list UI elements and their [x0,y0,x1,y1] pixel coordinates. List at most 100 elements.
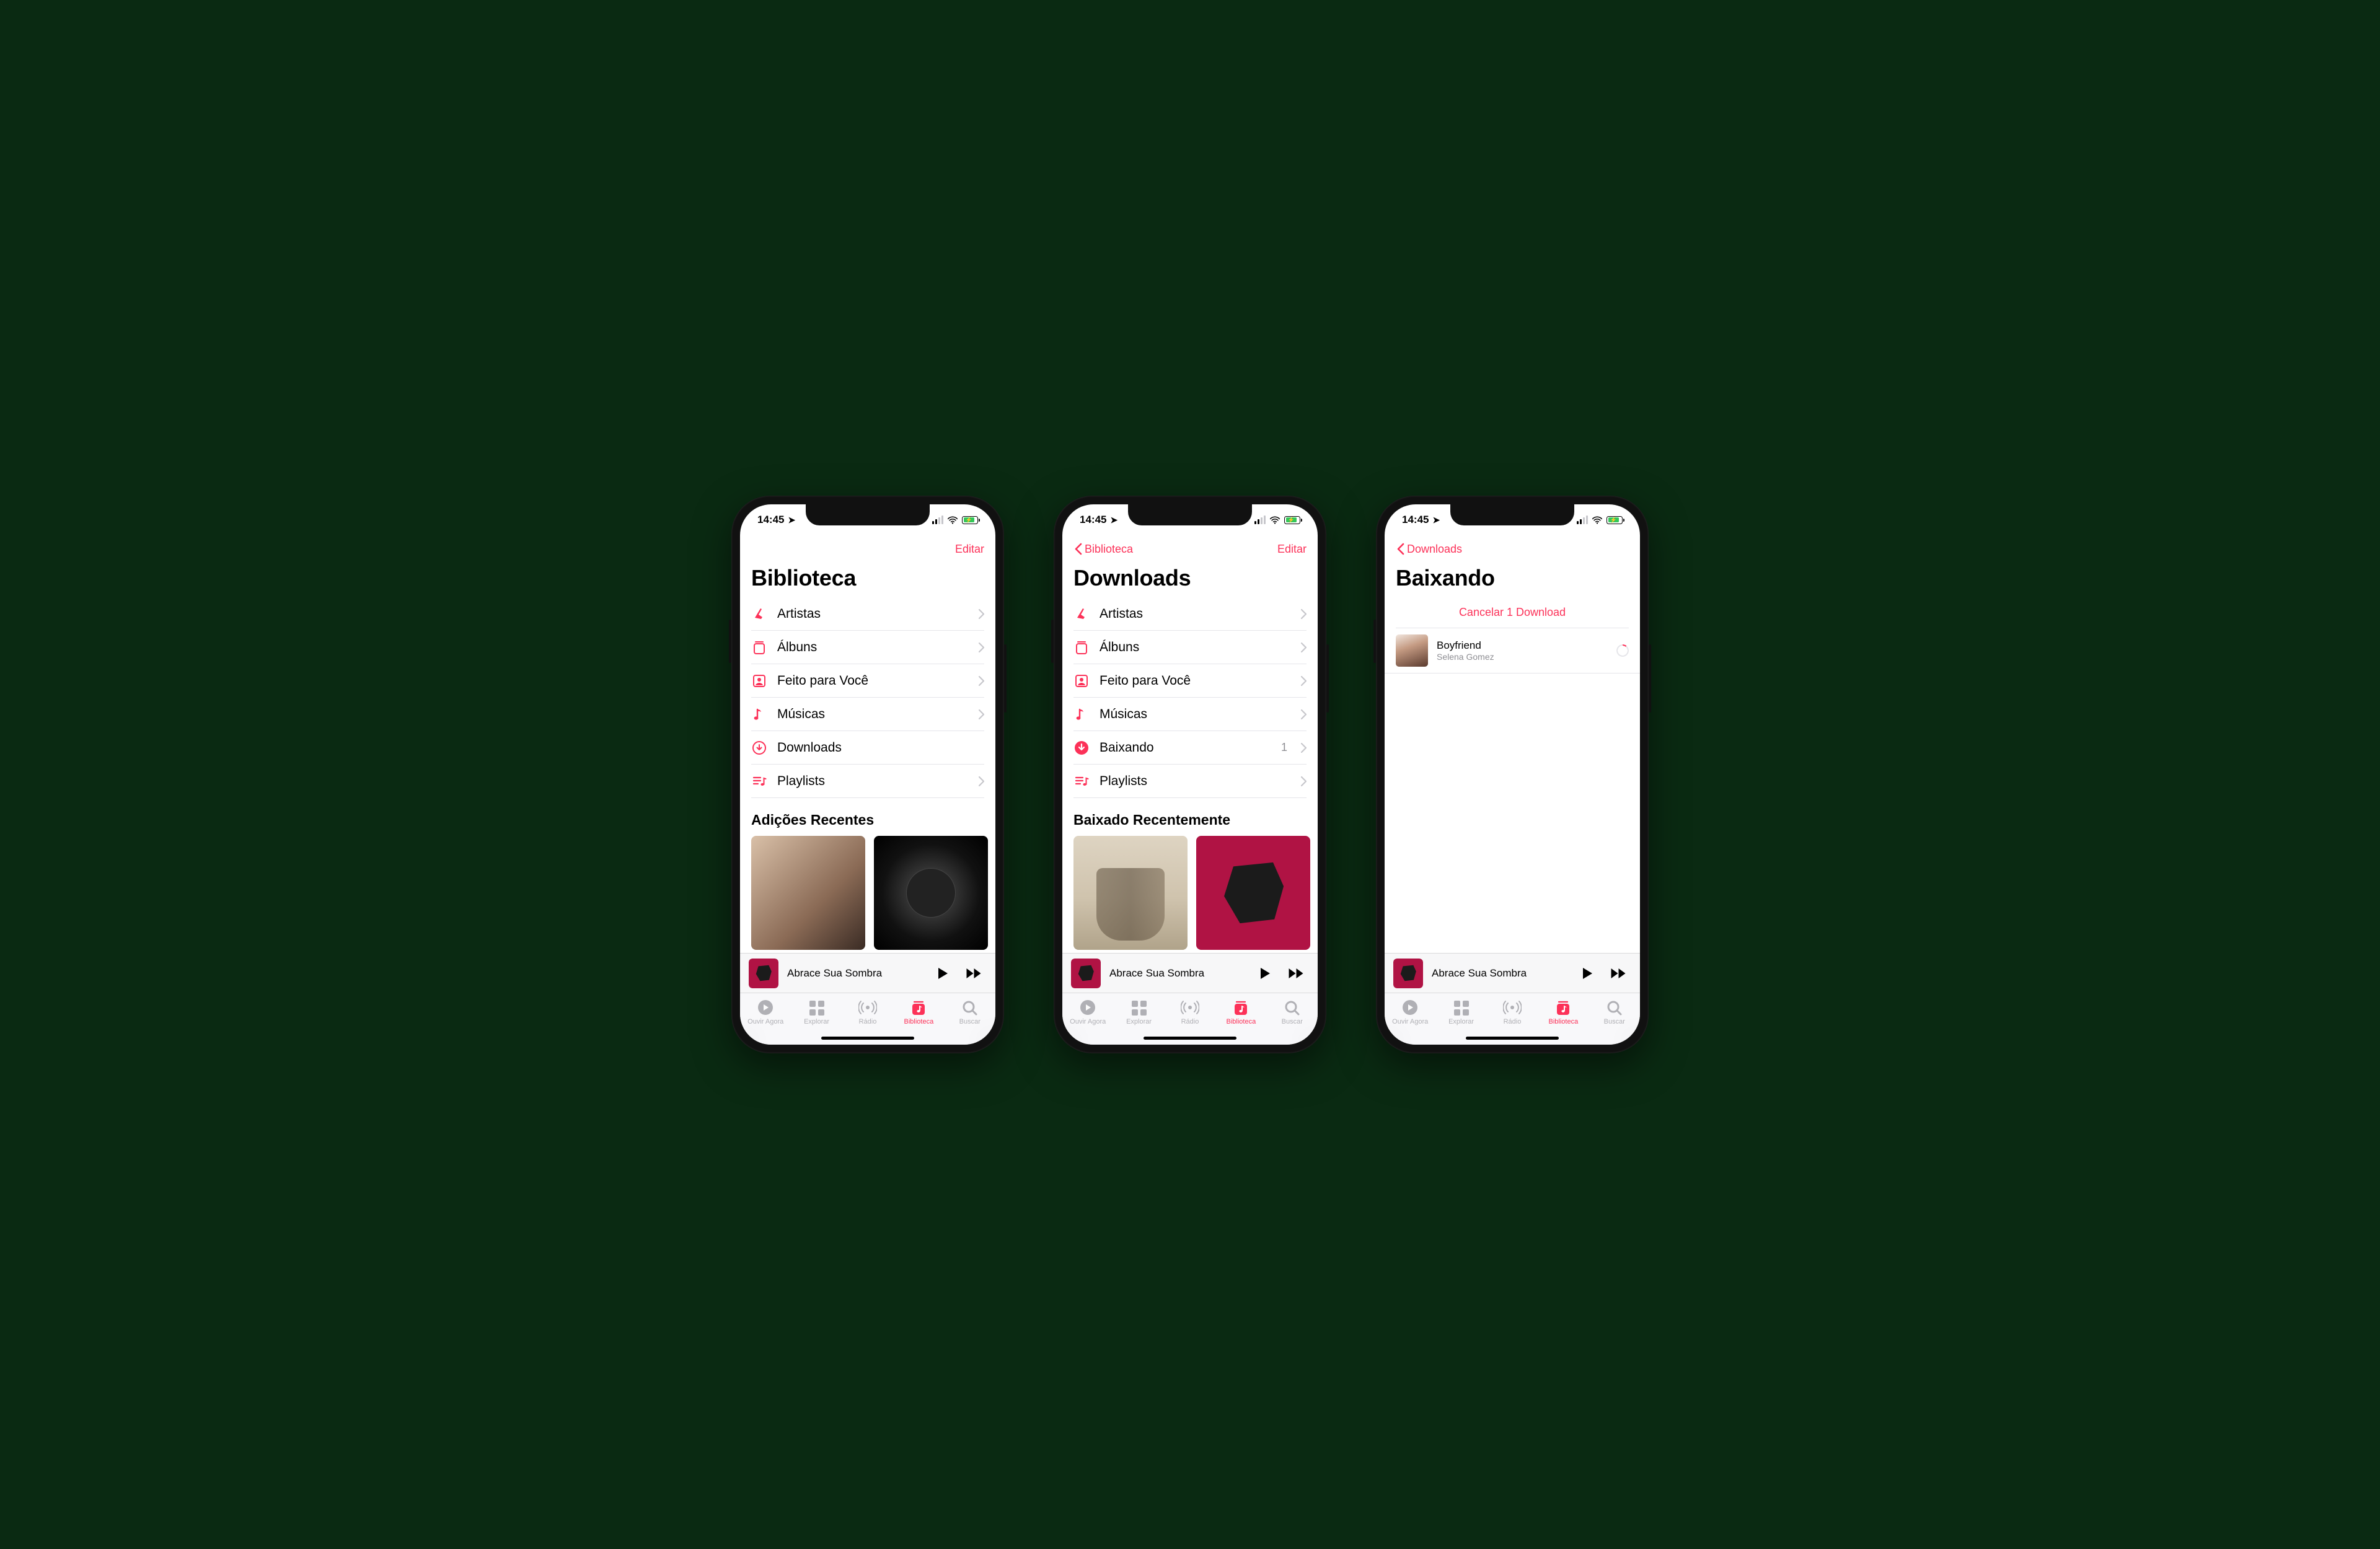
nav-bar: Downloads [1385,535,1640,563]
battery-icon: ⚡ [962,516,978,524]
edit-button[interactable]: Editar [1277,543,1307,556]
play-circle-icon [756,998,775,1017]
album-art[interactable] [751,836,865,950]
download-progress-icon [1616,644,1629,657]
list-row-mic[interactable]: Artistas [751,597,984,631]
download-title: Boyfriend [1437,639,1608,652]
cancel-downloads-button[interactable]: Cancelar 1 Download [1396,597,1629,628]
download-art [1396,634,1428,667]
menu-list: Artistas Álbuns Feito para Você Músicas … [1062,597,1318,798]
home-indicator[interactable] [1144,1037,1236,1040]
mini-player-title: Abrace Sua Sombra [1432,967,1572,980]
tab-buscar[interactable]: Buscar [1592,998,1637,1045]
row-label: Músicas [777,707,969,722]
mini-player[interactable]: Abrace Sua Sombra [1385,953,1640,993]
tab-label: Rádio [859,1018,877,1025]
wifi-icon [1269,514,1280,525]
section-title: Adições Recentes [751,812,984,828]
mini-player[interactable]: Abrace Sua Sombra [740,953,995,993]
wifi-icon [947,514,958,525]
tab-ouvir agora[interactable]: Ouvir Agora [743,998,788,1045]
mini-player[interactable]: Abrace Sua Sombra [1062,953,1318,993]
location-icon: ➤ [788,515,795,525]
tab-label: Rádio [1181,1018,1199,1025]
row-label: Álbuns [777,640,969,655]
forward-button[interactable] [1609,967,1628,980]
album-art[interactable] [1073,836,1188,950]
list-row-note[interactable]: Músicas [1073,698,1307,731]
row-label: Álbuns [1100,640,1291,655]
album-art[interactable] [874,836,988,950]
download-icon [751,740,767,756]
list-row-download[interactable]: Downloads [751,731,984,765]
row-badge: 1 [1281,741,1287,754]
play-button[interactable] [1580,967,1593,980]
list-row-playlist[interactable]: Playlists [1073,765,1307,798]
location-icon: ➤ [1110,515,1117,525]
back-button[interactable]: Biblioteca [1073,543,1133,556]
tab-label: Explorar [1448,1018,1474,1025]
note-icon [1073,706,1090,722]
menu-list: Artistas Álbuns Feito para Você Músicas … [740,597,995,798]
back-button[interactable]: Downloads [1396,543,1462,556]
download-row[interactable]: Boyfriend Selena Gomez [1385,628,1640,674]
forward-button[interactable] [1287,967,1305,980]
home-indicator[interactable] [1466,1037,1559,1040]
play-button[interactable] [936,967,948,980]
list-row-album[interactable]: Álbuns [751,631,984,664]
tab-label: Buscar [1282,1018,1303,1025]
album-grid [740,836,995,950]
album-art[interactable] [749,959,778,988]
chevron-icon [979,776,984,786]
list-row-made[interactable]: Feito para Você [751,664,984,698]
nav-bar: Biblioteca Editar [1062,535,1318,563]
row-label: Feito para Você [1100,674,1291,688]
tab-label: Buscar [959,1018,981,1025]
chevron-icon [1301,676,1307,686]
list-row-mic[interactable]: Artistas [1073,597,1307,631]
row-label: Feito para Você [777,674,969,688]
section-title: Baixado Recentemente [1073,812,1307,828]
grid-icon [1452,998,1471,1017]
tab-ouvir agora[interactable]: Ouvir Agora [1388,998,1432,1045]
playlist-icon [1073,773,1090,789]
list-row-downloading[interactable]: Baixando 1 [1073,731,1307,765]
row-label: Artistas [777,607,969,621]
chevron-icon [979,609,984,619]
location-icon: ➤ [1432,515,1440,525]
tab-ouvir agora[interactable]: Ouvir Agora [1065,998,1110,1045]
search-icon [961,998,979,1017]
list-row-album[interactable]: Álbuns [1073,631,1307,664]
downloading-icon [1073,740,1090,756]
mini-player-title: Abrace Sua Sombra [787,967,927,980]
status-time: 14:45 [1080,514,1106,526]
tab-label: Ouvir Agora [1392,1018,1428,1025]
list-row-note[interactable]: Músicas [751,698,984,731]
edit-button[interactable]: Editar [955,543,984,556]
wifi-icon [1592,514,1603,525]
home-indicator[interactable] [821,1037,914,1040]
album-icon [751,639,767,656]
chevron-icon [979,709,984,719]
forward-button[interactable] [964,967,983,980]
tab-label: Rádio [1504,1018,1522,1025]
list-row-made[interactable]: Feito para Você [1073,664,1307,698]
album-art[interactable] [1393,959,1423,988]
tab-buscar[interactable]: Buscar [948,998,992,1045]
notch [1450,504,1574,525]
play-circle-icon [1078,998,1097,1017]
battery-icon: ⚡ [1284,516,1300,524]
row-label: Playlists [1100,774,1291,789]
album-art[interactable] [1071,959,1101,988]
phone-frame: 14:45 ➤ ⚡ BibliotecaEditar Downloads Art… [1054,496,1326,1053]
mic-icon [1073,606,1090,622]
play-button[interactable] [1258,967,1271,980]
album-art[interactable] [1196,836,1310,950]
mini-player-art [1393,959,1423,988]
tab-label: Biblioteca [1549,1018,1579,1025]
list-row-playlist[interactable]: Playlists [751,765,984,798]
row-label: Playlists [777,774,969,789]
row-label: Downloads [777,740,958,755]
tab-buscar[interactable]: Buscar [1270,998,1315,1045]
status-time: 14:45 [757,514,784,526]
